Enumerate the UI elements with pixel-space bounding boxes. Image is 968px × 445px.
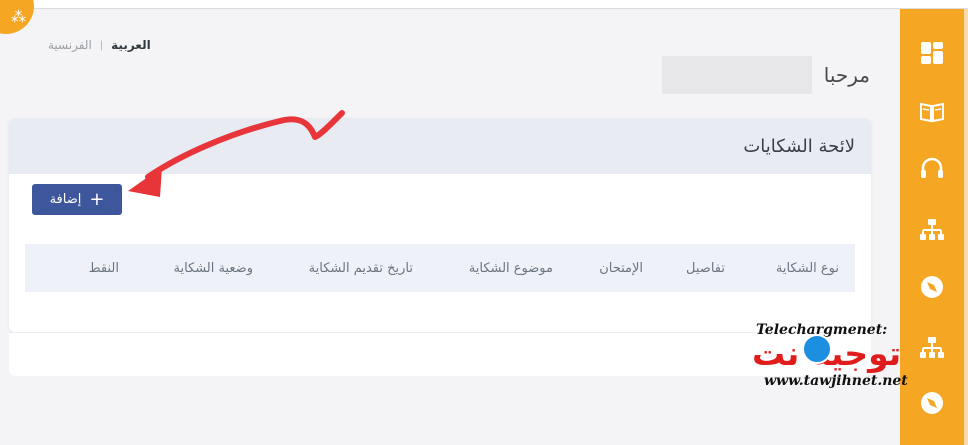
sidebar-item-support[interactable] xyxy=(918,155,946,183)
lang-french[interactable]: الفرنسية xyxy=(48,38,92,52)
welcome-section: مرحبا xyxy=(661,56,870,94)
users-icon: ⁂ xyxy=(11,8,26,26)
lang-arabic[interactable]: العربية xyxy=(111,38,151,52)
network-icon xyxy=(920,337,944,358)
secondary-card xyxy=(9,332,871,376)
table-header: نوع الشكاية تفاصيل الإمتحان موضوع الشكاي… xyxy=(25,244,855,292)
network-icon xyxy=(920,219,944,240)
headset-icon xyxy=(921,157,943,178)
col-exam[interactable]: الإمتحان xyxy=(599,261,643,276)
user-menu-badge[interactable]: ⁂ xyxy=(0,0,34,34)
annotation-arrow xyxy=(128,110,345,197)
book-icon xyxy=(920,102,944,123)
watermark: Telechargmenet: توجيه نت www.tawjihnet.n… xyxy=(748,318,918,398)
col-complaint-type[interactable]: نوع الشكاية xyxy=(776,261,839,276)
welcome-greeting: مرحبا xyxy=(823,63,870,87)
add-button-label: إضافة xyxy=(49,192,82,207)
col-points[interactable]: النقط xyxy=(89,261,119,276)
col-submission-date[interactable]: تاريخ تقديم الشكاية xyxy=(309,261,413,276)
sidebar-item-compass-2[interactable] xyxy=(918,389,946,417)
compass-icon xyxy=(921,276,943,298)
top-bar xyxy=(0,0,968,9)
compass-icon xyxy=(921,392,943,414)
lang-separator: | xyxy=(99,39,104,51)
user-name-redacted xyxy=(661,56,812,94)
sidebar-item-dashboard[interactable] xyxy=(918,39,946,67)
sidebar-item-network-2[interactable] xyxy=(918,334,946,362)
watermark-url: www.tawjihnet.net xyxy=(764,373,908,389)
arrow-shaft xyxy=(145,110,345,180)
sidebar-item-compass[interactable] xyxy=(918,273,946,301)
sidebar-item-network[interactable] xyxy=(918,216,946,244)
plus-icon: + xyxy=(89,188,105,210)
sidebar-edge xyxy=(964,9,968,445)
language-switcher: العربية | الفرنسية xyxy=(48,38,151,52)
col-status[interactable]: وضعية الشكاية xyxy=(173,261,253,276)
globe-icon xyxy=(802,334,832,364)
col-subject[interactable]: موضوع الشكاية xyxy=(469,261,553,276)
col-details[interactable]: تفاصيل xyxy=(686,261,725,276)
add-complaint-button[interactable]: + إضافة xyxy=(32,184,122,215)
dashboard-icon xyxy=(921,42,943,64)
sidebar-item-book[interactable] xyxy=(918,98,946,126)
card-title: لائحة الشكايات xyxy=(743,135,855,157)
arrow-head xyxy=(128,167,162,197)
